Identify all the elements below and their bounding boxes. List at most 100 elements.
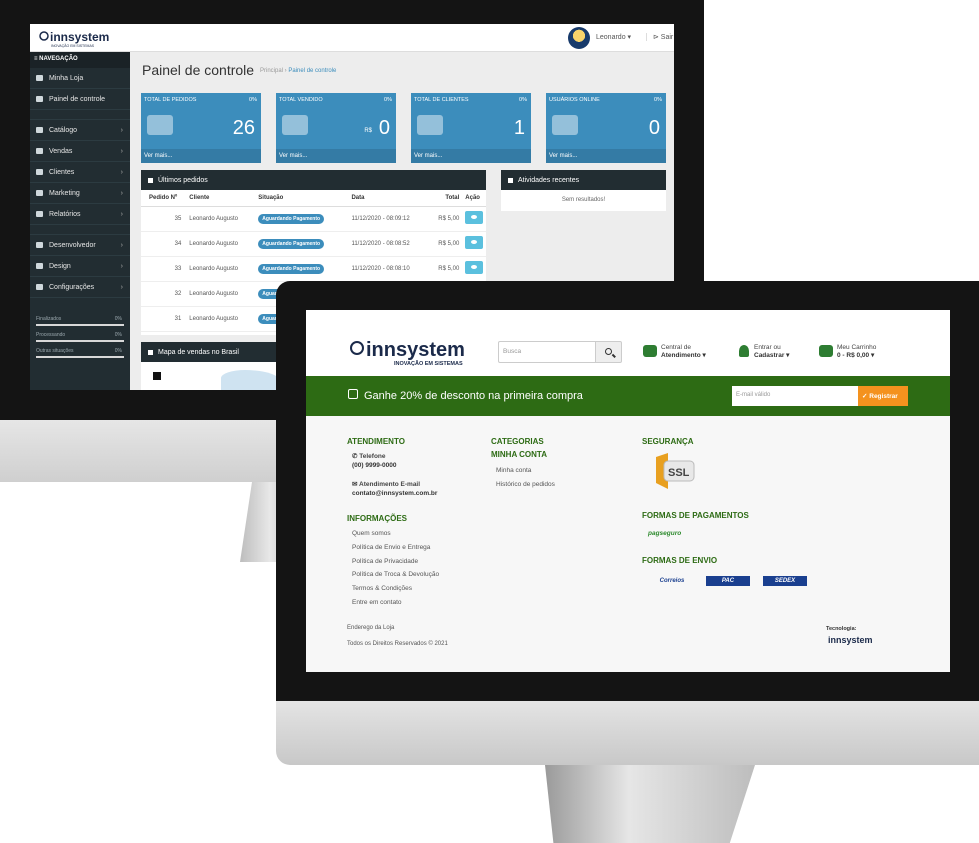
footer-info-link[interactable]: Política de Troca & Devolução: [352, 571, 439, 578]
chevron-right-icon: ›: [120, 169, 123, 176]
sidebar-stats: Finalizados 0% Processando 0% Outras situaçõ…: [36, 316, 124, 364]
sidebar-item-0[interactable]: Minha Loja: [30, 68, 130, 89]
order-client: Leonardo Augusto: [189, 281, 259, 307]
store-address: Enderego da Loja: [347, 625, 395, 631]
chevron-right-icon: ›: [120, 148, 123, 155]
admin-logo-tagline: INOVAÇÃO EM SISTEMAS: [51, 43, 95, 48]
kpi-label: USUÁRIOS ONLINE: [549, 97, 600, 103]
phone-value[interactable]: (00) 9999-0000: [352, 462, 396, 469]
home-icon: [36, 96, 43, 102]
sidebar-item-2[interactable]: Catálogo ›: [30, 120, 130, 141]
kpi-box[interactable]: USUÁRIOS ONLINE 0% 0 Ver mais...: [546, 93, 666, 163]
sidebar-item-label: Clientes: [49, 168, 75, 176]
cart-icon: [148, 177, 153, 183]
kpi-box[interactable]: TOTAL DE PEDIDOS 0% 26 Ver mais...: [141, 93, 261, 163]
support-menu[interactable]: Central de Atendimento ▾: [643, 344, 706, 360]
nav-header: ≡ NAVEGAÇÃO: [30, 52, 130, 68]
chevron-right-icon: ›: [120, 284, 123, 291]
footer-info-link[interactable]: Termos & Condições: [352, 585, 412, 592]
kpi-value: 0: [378, 117, 390, 139]
order-id: 34: [141, 231, 190, 257]
sidebar-stat: Processando 0%: [36, 332, 124, 348]
kpi-box[interactable]: TOTAL VENDIDO 0% R$ 0 Ver mais...: [276, 93, 396, 163]
sidebar-stat: Outras situações 0%: [36, 348, 124, 364]
footer-atendimento-title: ATENDIMENTO: [347, 437, 405, 446]
user-menu[interactable]: Leonardo ▾: [596, 33, 631, 41]
email-value[interactable]: contato@innsystem.com.br: [352, 490, 437, 497]
calendar-icon: [508, 177, 513, 183]
footer-account-link[interactable]: Histórico de pedidos: [496, 481, 555, 488]
footer-pagamentos-title: FORMAS DE PAGAMENTOS: [642, 511, 749, 520]
breadcrumb-home[interactable]: Principal: [260, 68, 283, 74]
map-zoom-control[interactable]: [153, 372, 161, 380]
tech-logo[interactable]: innsystem: [828, 635, 873, 645]
sidebar-item-label: Vendas: [49, 147, 73, 155]
kpi-more-link[interactable]: Ver mais...: [546, 149, 666, 163]
kpi-label: TOTAL DE CLIENTES: [414, 97, 469, 103]
order-date: 11/12/2020 - 08:08:52: [351, 231, 435, 257]
store-logo[interactable]: innsystem INOVAÇÃO EM SISTEMAS: [348, 336, 478, 368]
store-logo-tagline: INOVAÇÃO EM SISTEMAS: [394, 360, 463, 367]
phone-label: ✆ Telefone: [352, 453, 386, 460]
view-order-button[interactable]: [465, 211, 484, 224]
sidebar-item-7[interactable]: Desenvolvedor ›: [30, 235, 130, 256]
sidebar-stat-value: 0%: [114, 316, 122, 322]
orders-column-header: Total: [434, 190, 466, 207]
footer-info-link[interactable]: Política de Privacidade: [352, 558, 418, 565]
footer-info-link[interactable]: Política de Envio e Entrega: [352, 544, 430, 551]
sidebar-item-9[interactable]: Configurações ›: [30, 277, 130, 298]
kpi-more-link[interactable]: Ver mais...: [411, 149, 531, 163]
kpi-percent: 0%: [384, 97, 392, 103]
sidebar-item-8[interactable]: Design ›: [30, 256, 130, 277]
brazil-map[interactable]: [221, 370, 281, 390]
order-id: 32: [141, 281, 190, 307]
sidebar-item-5[interactable]: Marketing ›: [30, 183, 130, 204]
footer-account-link[interactable]: Minha conta: [496, 467, 531, 474]
view-order-button[interactable]: [465, 261, 484, 274]
chat-icon: [643, 345, 657, 357]
table-row: 33 Leonardo Augusto Aguardando Pagamento 11…: [141, 256, 486, 282]
order-id: 31: [141, 306, 190, 332]
sidebar-item-label: Marketing: [49, 189, 80, 197]
order-id: 33: [141, 256, 190, 282]
search-input[interactable]: Busca: [498, 341, 596, 363]
page-title: Painel de controle: [142, 62, 255, 78]
kpi-value: 26: [232, 117, 255, 139]
footer-info-title: INFORMAÇÕES: [347, 514, 407, 523]
search-button[interactable]: [595, 341, 622, 363]
footer-info-link[interactable]: Quem somos: [352, 530, 391, 537]
store-logo-text: innsystem: [366, 339, 465, 361]
newsletter-register-button[interactable]: ✓ Registrar: [858, 386, 908, 406]
kpi-box[interactable]: TOTAL DE CLIENTES 0% 1 Ver mais...: [411, 93, 531, 163]
order-status-cell: Aguardando Pagamento: [258, 206, 352, 232]
bar-chart-icon: [36, 211, 43, 217]
cart-menu[interactable]: Meu Carrinho 0 - R$ 0,00 ▾: [819, 344, 876, 360]
admin-logo[interactable]: innsystem INOVAÇÃO EM SISTEMAS: [38, 28, 118, 50]
sidebar-divider: [30, 225, 130, 235]
sidebar-item-6[interactable]: Relatórios ›: [30, 204, 130, 225]
newsletter-email-input[interactable]: E-mail válido: [732, 386, 858, 406]
account-menu[interactable]: Entrar ou Cadastrar ▾: [739, 344, 789, 360]
kpi-percent: 0%: [654, 97, 662, 103]
kpi-more-link[interactable]: Ver mais...: [141, 149, 261, 163]
order-id: 35: [141, 206, 190, 232]
logout-button[interactable]: ⊳ Sair: [646, 33, 673, 41]
kpi-percent: 0%: [519, 97, 527, 103]
kpi-value: 0: [648, 117, 660, 139]
sidebar-item-label: Design: [49, 262, 71, 270]
sidebar-item-3[interactable]: Vendas ›: [30, 141, 130, 162]
avatar[interactable]: [568, 27, 590, 49]
breadcrumb-current: Painel de controle: [288, 68, 337, 74]
orders-panel-title: Últimos pedidos: [158, 176, 208, 184]
sidebar-item-label: Painel de controle: [49, 95, 106, 103]
orders-column-header: Cliente: [189, 190, 259, 207]
view-order-button[interactable]: [465, 236, 484, 249]
kpi-value: 1: [513, 117, 525, 139]
status-badge: Aguardando Pagamento: [258, 238, 325, 249]
cart-icon: [147, 115, 173, 135]
sidebar-item-1[interactable]: Painel de controle: [30, 89, 130, 110]
footer-info-link[interactable]: Entre em contato: [352, 599, 402, 606]
kpi-more-link[interactable]: Ver mais...: [276, 149, 396, 163]
sidebar-item-4[interactable]: Clientes ›: [30, 162, 130, 183]
recent-panel-title: Atividades recentes: [518, 176, 580, 184]
